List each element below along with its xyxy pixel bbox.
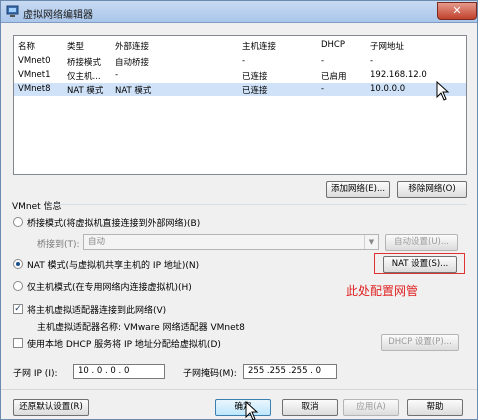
- cell-host: -: [242, 56, 246, 66]
- subnet-mask-field[interactable]: 255 .255 .255 . 0: [243, 364, 337, 379]
- cell-dhcp: -: [321, 56, 325, 66]
- subnet-mask-label: 子网掩码(M):: [183, 369, 237, 379]
- cell-name: VMnet8: [18, 84, 51, 94]
- cell-external: 自动桥接: [115, 58, 150, 68]
- network-list[interactable]: 名称 类型 外部连接 主机连接 DHCP 子网地址 VMnet0 桥接模式 自动…: [13, 35, 467, 175]
- use-dhcp-label[interactable]: 使用本地 DHCP 服务将 IP 地址分配给虚拟机(D): [27, 337, 221, 350]
- column-header-name[interactable]: 名称: [18, 40, 64, 52]
- bridged-to-label: 桥接到(T):: [37, 240, 80, 250]
- nat-mode-radio[interactable]: [13, 259, 23, 269]
- connect-adapter-checkbox[interactable]: ✓: [13, 304, 23, 314]
- column-header-subnet[interactable]: 子网地址: [370, 40, 460, 52]
- bridged-mode-radio[interactable]: [13, 217, 23, 227]
- use-dhcp-checkbox[interactable]: [13, 338, 23, 348]
- adapter-name-text: 主机虚拟适配器名称: VMware 网络适配器 VMnet8: [37, 323, 245, 333]
- column-header-type[interactable]: 类型: [67, 40, 113, 52]
- annotation-highlight-box: [374, 253, 465, 274]
- bridged-to-value: 自动: [88, 237, 106, 247]
- host-only-mode-label[interactable]: 仅主机模式(在专用网络内连接虚拟机)(H): [27, 280, 192, 293]
- cell-dhcp: 已启用: [321, 72, 347, 82]
- chevron-down-icon: ▼: [364, 235, 378, 249]
- cell-external: NAT 模式: [115, 86, 152, 96]
- dhcp-settings-button[interactable]: DHCP 设置(P)...: [381, 334, 459, 351]
- connect-adapter-label[interactable]: 将主机虚拟适配器连接到此网络(V): [27, 303, 166, 316]
- cell-subnet: 192.168.12.0: [370, 70, 427, 80]
- ok-button[interactable]: 确定: [215, 399, 271, 416]
- window-title: 虚拟网络编辑器: [23, 10, 93, 21]
- cell-name: VMnet0: [18, 56, 51, 66]
- table-row-selected[interactable]: VMnet8 NAT 模式 NAT 模式 已连接 - 10.0.0.0: [14, 83, 466, 96]
- bridged-mode-label[interactable]: 桥接模式(将虚拟机直接连接到外部网络)(B): [27, 216, 200, 229]
- subnet-ip-label: 子网 IP (I):: [13, 369, 58, 379]
- subnet-ip-field[interactable]: 10 . 0 . 0 . 0: [73, 364, 165, 379]
- network-app-icon: [6, 5, 19, 17]
- column-header-dhcp[interactable]: DHCP: [321, 40, 367, 50]
- cell-external: -: [115, 70, 119, 80]
- close-icon: ✕: [452, 4, 462, 17]
- host-only-mode-radio[interactable]: [13, 281, 23, 291]
- column-header-external[interactable]: 外部连接: [115, 40, 235, 52]
- vmnet-info-title: VMnet 信息: [12, 202, 62, 212]
- close-button[interactable]: ✕: [437, 2, 477, 20]
- remove-network-button[interactable]: 移除网络(O): [397, 181, 467, 198]
- mouse-cursor-icon: [436, 81, 450, 101]
- table-header-row: 名称 类型 外部连接 主机连接 DHCP 子网地址: [14, 39, 466, 52]
- group-divider: [49, 204, 467, 205]
- nat-mode-label[interactable]: NAT 模式(与虚拟机共享主机的 IP 地址)(N): [27, 258, 199, 271]
- cell-subnet: -: [370, 56, 374, 66]
- bottom-divider: [1, 389, 477, 390]
- mouse-cursor-icon: [245, 401, 259, 420]
- cancel-button[interactable]: 取消: [282, 399, 338, 416]
- cell-host: 已连接: [242, 86, 268, 96]
- title-bar[interactable]: 虚拟网络编辑器 ✕: [1, 1, 477, 23]
- annotation-text: 此处配置网管: [346, 284, 419, 298]
- cell-type: 桥接模式: [67, 58, 102, 68]
- cell-type: NAT 模式: [67, 86, 104, 96]
- cell-type: 仅主机...: [67, 72, 101, 82]
- virtual-network-editor-window: 虚拟网络编辑器 ✕ 名称 类型 外部连接 主机连接 DHCP 子网地址 VMne…: [0, 0, 478, 420]
- table-row[interactable]: VMnet0 桥接模式 自动桥接 - - -: [14, 55, 466, 68]
- cell-host: 已连接: [242, 72, 268, 82]
- apply-button[interactable]: 应用(A): [343, 399, 399, 416]
- column-header-host[interactable]: 主机连接: [242, 40, 318, 52]
- cell-name: VMnet1: [18, 70, 51, 80]
- add-network-button[interactable]: 添加网络(E)...: [326, 181, 390, 198]
- help-button[interactable]: 帮助: [407, 399, 463, 416]
- bridged-to-select[interactable]: 自动 ▼: [83, 234, 379, 250]
- auto-settings-button[interactable]: 自动设置(U)...: [385, 234, 458, 251]
- cell-dhcp: -: [321, 84, 325, 94]
- table-row[interactable]: VMnet1 仅主机... - 已连接 已启用 192.168.12.0: [14, 69, 466, 82]
- restore-defaults-button[interactable]: 还原默认设置(R): [13, 399, 89, 416]
